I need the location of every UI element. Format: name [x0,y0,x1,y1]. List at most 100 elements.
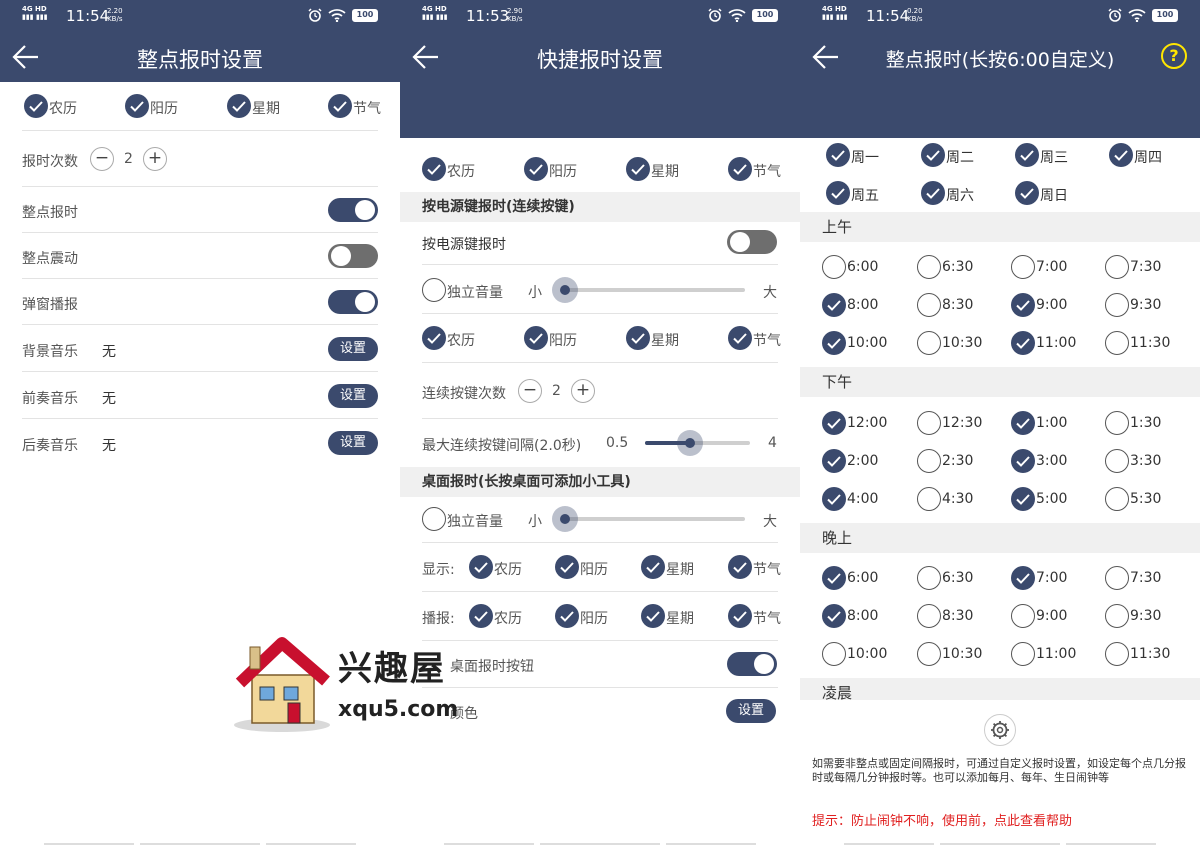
time-slot-checked[interactable] [822,604,846,628]
weekday-checkbox-label: 周四 [1134,150,1162,166]
time-slot-checked[interactable] [1011,293,1035,317]
checkbox-lunar[interactable] [24,94,48,118]
checkbox-solar[interactable] [524,326,548,350]
checkbox-speak-week[interactable] [641,604,665,628]
weekday-checkbox-checked[interactable] [921,181,945,205]
color-set-button[interactable]: 设置 [726,699,776,723]
volume-min-label: 小 [528,285,542,301]
time-slot-checked[interactable] [1011,449,1035,473]
toggle-hourly[interactable] [328,198,378,222]
help-icon[interactable]: ? [1161,43,1187,69]
toggle-power-key[interactable] [727,230,777,254]
time-slot-unchecked[interactable] [1105,487,1129,511]
time-slot-checked[interactable] [822,293,846,317]
time-slot-unchecked[interactable] [822,642,846,666]
time-slot-unchecked[interactable] [917,331,941,355]
intro-music-set-button[interactable]: 设置 [328,384,378,408]
time-slot-unchecked[interactable] [1105,255,1129,279]
time-slot-unchecked[interactable] [917,566,941,590]
toggle-desktop-button[interactable] [727,652,777,676]
time-slot-checked[interactable] [822,411,846,435]
help-note: 如需要非整点或固定间隔报时，可通过自定义报时设置，如设定每个点几分报时或每隔几分… [812,757,1186,784]
checkbox-week[interactable] [626,157,650,181]
time-slot-unchecked[interactable] [1105,566,1129,590]
time-slot-unchecked[interactable] [1011,255,1035,279]
time-slot-unchecked[interactable] [1105,293,1129,317]
time-slot-checked[interactable] [822,566,846,590]
time-slot-checked[interactable] [822,331,846,355]
time-slot-unchecked[interactable] [917,604,941,628]
time-slot-label: 6:00 [847,570,879,586]
row-label-hourly: 整点报时 [22,205,78,221]
checkbox-show-solar[interactable] [555,555,579,579]
checkbox-week[interactable] [227,94,251,118]
increment-button[interactable]: + [571,379,595,403]
time-slot-unchecked[interactable] [822,255,846,279]
custom-settings-button[interactable] [984,714,1016,746]
checkbox-lunar[interactable] [422,157,446,181]
time-slot-unchecked[interactable] [1105,411,1129,435]
watermark-url: xqu5.com [338,697,459,722]
page-title: 整点报时(长按6:00自定义) [885,49,1115,71]
weekday-checkbox-checked[interactable] [826,143,850,167]
time-slot-unchecked[interactable] [1105,604,1129,628]
checkbox-show-lunar[interactable] [469,555,493,579]
time-slot-checked[interactable] [1011,331,1035,355]
volume-slider[interactable] [565,517,745,521]
time-slot-unchecked[interactable] [917,642,941,666]
radio-independent-volume[interactable] [422,278,446,302]
time-slot-unchecked[interactable] [1105,331,1129,355]
increment-button[interactable]: + [143,147,167,171]
checkbox-week[interactable] [626,326,650,350]
checkbox-speak-solar-term[interactable] [728,604,752,628]
time-slot-unchecked[interactable] [1011,642,1035,666]
checkbox-show-solar-term[interactable] [728,555,752,579]
checkbox-solar-term[interactable] [728,157,752,181]
time-slot-unchecked[interactable] [1105,642,1129,666]
time-slot-label: 9:00 [1036,297,1068,313]
time-slot-checked[interactable] [822,487,846,511]
decrement-button[interactable]: − [518,379,542,403]
checkbox-show-week[interactable] [641,555,665,579]
checkbox-solar[interactable] [524,157,548,181]
time-slot-unchecked[interactable] [1105,449,1129,473]
checkbox-speak-solar[interactable] [555,604,579,628]
time-slot-unchecked[interactable] [917,449,941,473]
checkbox-lunar[interactable] [422,326,446,350]
time-slot-checked[interactable] [1011,411,1035,435]
interval-min: 0.5 [606,435,629,451]
checkbox-solar-term[interactable] [328,94,352,118]
checkbox-label: 农历 [494,562,522,578]
time-slot-unchecked[interactable] [917,255,941,279]
volume-slider[interactable] [565,288,745,292]
weekday-checkbox-checked[interactable] [1015,143,1039,167]
time-slot-label: 5:00 [1036,491,1068,507]
background-music-set-button[interactable]: 设置 [328,337,378,361]
time-slot-checked[interactable] [1011,487,1035,511]
checkbox-solar-term[interactable] [728,326,752,350]
help-tip-link[interactable]: 提示：防止闹钟不响，使用前，点此查看帮助 [812,810,1072,829]
toggle-vibrate[interactable] [328,244,378,268]
weekday-checkbox-checked[interactable] [1015,181,1039,205]
press-count-label: 连续按键次数 [422,386,506,402]
weekday-checkbox-checked[interactable] [921,143,945,167]
clock: 11:53 [466,7,510,25]
time-slot-unchecked[interactable] [917,293,941,317]
radio-independent-volume[interactable] [422,507,446,531]
weekday-checkbox-checked[interactable] [826,181,850,205]
checkbox-label: 节气 [753,164,781,180]
weekday-checkbox-checked[interactable] [1109,143,1133,167]
checkbox-solar[interactable] [125,94,149,118]
outro-music-set-button[interactable]: 设置 [328,431,378,455]
checkbox-speak-lunar[interactable] [469,604,493,628]
checkbox-label: 星期 [666,611,694,627]
time-slot-label: 6:30 [942,570,974,586]
time-slot-checked[interactable] [822,449,846,473]
time-slot-unchecked[interactable] [917,411,941,435]
time-slot-unchecked[interactable] [917,487,941,511]
decrement-button[interactable]: − [90,147,114,171]
time-slot-checked[interactable] [1011,566,1035,590]
toggle-popup[interactable] [328,290,378,314]
time-slot-label: 11:30 [1130,335,1171,351]
time-slot-unchecked[interactable] [1011,604,1035,628]
